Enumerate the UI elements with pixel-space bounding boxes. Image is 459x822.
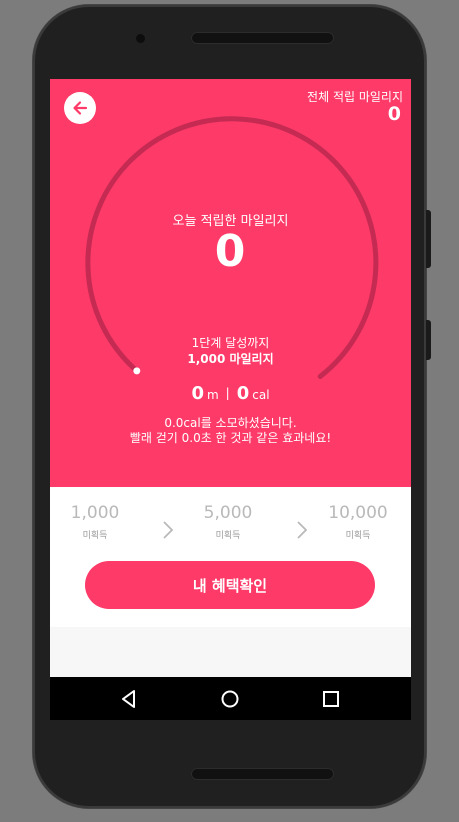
calorie-unit: cal [252, 388, 270, 402]
milestone-5000: 5,000 미획득 [183, 503, 273, 541]
bottom-speaker [191, 768, 334, 780]
milestone-state: 미획득 [345, 531, 371, 541]
milestone-1000: 1,000 미획득 [50, 503, 140, 541]
calorie-value: 0 [236, 383, 250, 404]
android-nav-bar [50, 677, 411, 720]
milestone-panel: 1,000 미획득 5,000 미획득 10,000 미획득 내 혜택확인 [50, 487, 411, 627]
triangle-back-icon[interactable] [117, 687, 141, 711]
milestone-value: 5,000 [203, 503, 253, 523]
equivalent-message: 빨래 걷기 0.0초 한 것과 같은 효과네요! [129, 431, 332, 445]
my-benefits-button[interactable]: 내 혜택확인 [85, 561, 375, 609]
app-screen: 전체 적립 마일리지 0 오늘 적립한 마일리지 0 1단계 달성까지 1,00… [50, 79, 411, 720]
chevron-right-icon [163, 521, 174, 539]
progress-indicator-dot [133, 367, 141, 375]
volume-button [426, 210, 431, 268]
milestone-value: 10,000 [328, 503, 388, 523]
today-mileage-value: 0 [214, 226, 247, 277]
milestone-state: 미획득 [215, 531, 241, 541]
milestone-10000: 10,000 미획득 [313, 503, 403, 541]
chevron-right-icon [297, 521, 308, 539]
milestone-state: 미획득 [82, 531, 108, 541]
distance-unit: m [206, 388, 219, 402]
mileage-hero: 전체 적립 마일리지 0 오늘 적립한 마일리지 0 1단계 달성까지 1,00… [50, 79, 411, 487]
circle-home-icon[interactable] [218, 687, 242, 711]
stage-label: 1단계 달성까지 [191, 336, 270, 350]
top-speaker [191, 32, 334, 44]
front-camera [136, 34, 145, 43]
milestone-value: 1,000 [70, 503, 120, 523]
activity-metrics: 0 m | 0 cal [50, 383, 411, 404]
distance-value: 0 [191, 383, 204, 404]
square-recent-icon[interactable] [319, 687, 343, 711]
stage-remaining-value: 1,000 마일리지 [187, 352, 274, 366]
metrics-separator: | [225, 386, 230, 400]
power-button [426, 320, 431, 360]
